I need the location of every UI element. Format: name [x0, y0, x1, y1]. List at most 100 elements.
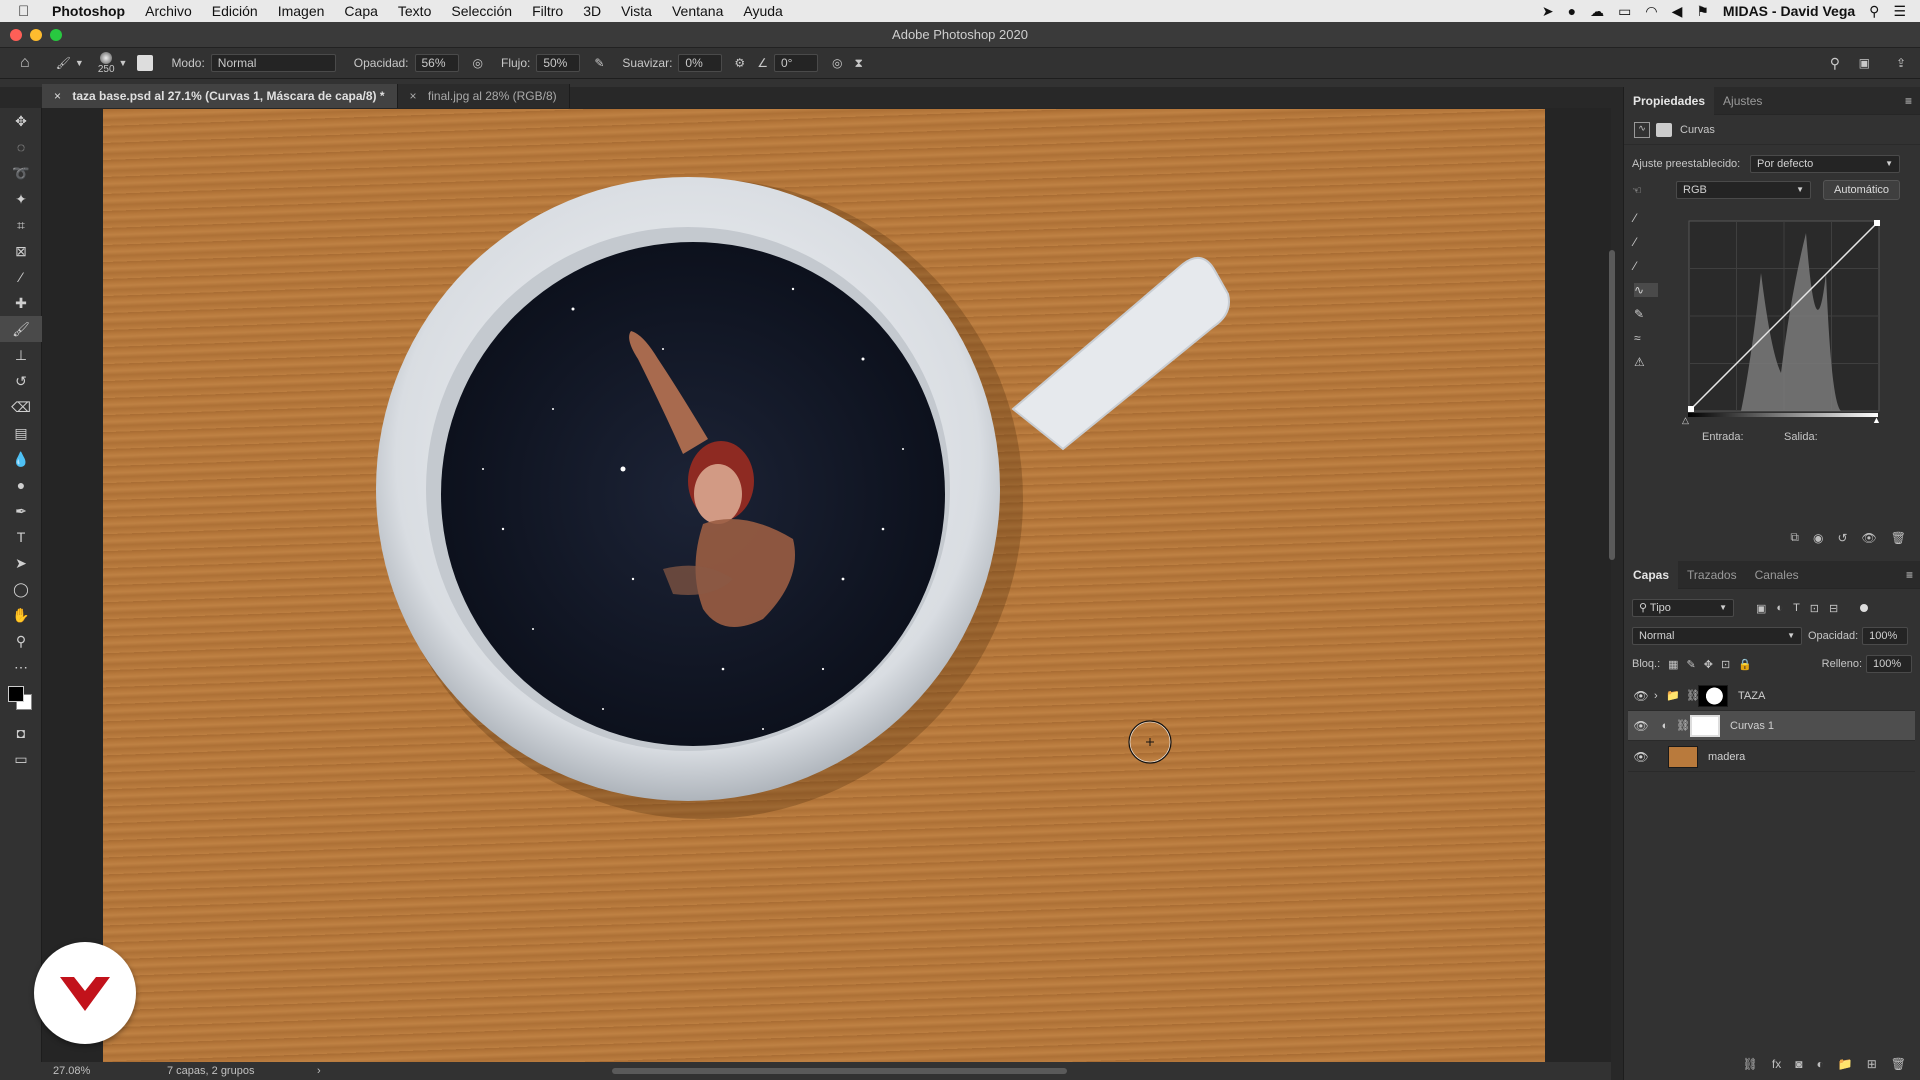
layer-filter-select[interactable]: ⚲ Tipo ▼ [1632, 599, 1734, 617]
menu-app-name[interactable]: Photoshop [52, 3, 125, 19]
target-adjust-icon[interactable]: ☜ [1632, 184, 1674, 197]
white-eyedropper-icon[interactable]: ⁄ [1634, 259, 1658, 273]
lock-position-icon[interactable]: ✥ [1704, 658, 1713, 671]
menu-ayuda[interactable]: Ayuda [743, 3, 782, 19]
filter-type-icon[interactable]: T [1793, 602, 1800, 614]
shape-tool-icon[interactable]: ◯ [0, 576, 42, 602]
new-layer-icon[interactable]: ⊞ [1867, 1057, 1877, 1071]
brush-settings-icon[interactable] [137, 55, 154, 71]
new-group-icon[interactable]: 📁 [1838, 1057, 1853, 1071]
layer-row-taza[interactable]: 👁 › 📁 ⛓ TAZA [1628, 681, 1915, 711]
curve-point-white[interactable] [1874, 220, 1880, 226]
lock-artboard-icon[interactable]: ⊡ [1721, 658, 1730, 671]
black-eyedropper-icon[interactable]: ⁄ [1634, 211, 1658, 225]
channel-select[interactable]: RGB ▼ [1676, 181, 1811, 199]
smooth-curve-icon[interactable]: ≈ [1634, 331, 1658, 345]
lock-pixels-icon[interactable]: ✎ [1687, 658, 1696, 671]
healing-tool-icon[interactable]: ✚ [0, 290, 42, 316]
gray-eyedropper-icon[interactable]: ⁄ [1634, 235, 1658, 249]
dodge-tool-icon[interactable]: ● [0, 472, 42, 498]
add-mask-icon[interactable]: ◙ [1795, 1057, 1802, 1071]
filter-shape-icon[interactable]: ⊡ [1810, 602, 1819, 615]
flag-icon[interactable]: ⚑ [1696, 3, 1709, 20]
workspace-icon[interactable]: ▣ [1859, 56, 1870, 70]
clipping-warning-icon[interactable]: ⚠ [1634, 355, 1658, 369]
cloud-icon[interactable]: ☁ [1590, 3, 1604, 20]
close-icon[interactable]: × [54, 89, 61, 103]
color-swatches-icon[interactable] [0, 680, 42, 720]
link-layers-icon[interactable]: ⛓ [1743, 1057, 1758, 1071]
menubar-user[interactable]: MIDAS - David Vega [1723, 3, 1855, 19]
chevron-right-icon[interactable]: › [317, 1065, 321, 1077]
chevron-down-icon[interactable]: ▼ [75, 58, 84, 68]
angle-input[interactable]: 0° [773, 54, 818, 72]
magic-wand-tool-icon[interactable]: ✦ [0, 186, 42, 212]
move-tool-icon[interactable]: ✥ [0, 108, 42, 134]
layer-mask-thumbnail[interactable] [1698, 684, 1728, 707]
eyedropper-tool-icon[interactable]: ⁄ [0, 264, 42, 290]
link-icon[interactable]: ⛓ [1676, 719, 1690, 732]
panel-menu-icon[interactable]: ≡ [1905, 94, 1912, 108]
filter-smart-icon[interactable]: ⊟ [1829, 602, 1838, 615]
menu-archivo[interactable]: Archivo [145, 3, 192, 19]
panel-menu-icon[interactable]: ≡ [1906, 568, 1913, 582]
search-icon[interactable]: ⚲ [1830, 55, 1840, 72]
home-icon[interactable]: ⌂ [20, 54, 30, 72]
fill-input[interactable]: 100% [1866, 655, 1912, 673]
fx-icon[interactable]: fx [1772, 1057, 1781, 1071]
tab-capas[interactable]: Capas [1624, 560, 1679, 589]
menu-vista[interactable]: Vista [621, 3, 652, 19]
brush-size-picker[interactable]: 250 [98, 51, 115, 75]
menu-texto[interactable]: Texto [398, 3, 431, 19]
display-icon[interactable]: ▭ [1618, 3, 1631, 20]
view-previous-icon[interactable]: ◉ [1813, 531, 1823, 545]
share-icon[interactable]: ⇪ [1896, 56, 1906, 70]
marquee-tool-icon[interactable]: ◌ [0, 134, 42, 160]
layer-thumbnail[interactable] [1668, 745, 1698, 768]
blur-tool-icon[interactable]: 💧 [0, 446, 42, 472]
vertical-scrollbar[interactable] [1609, 250, 1615, 560]
tab-final[interactable]: × final.jpg al 28% (RGB/8) [397, 84, 570, 108]
auto-button[interactable]: Automático [1823, 180, 1901, 200]
symmetry-icon[interactable]: ⧗ [854, 56, 862, 71]
zoom-tool-icon[interactable]: ⚲ [0, 628, 42, 654]
location-icon[interactable]: ➤ [1542, 3, 1554, 20]
menu-imagen[interactable]: Imagen [278, 3, 325, 19]
link-icon[interactable]: ⛓ [1686, 689, 1700, 702]
layer-row-curvas[interactable]: 👁 ◐ ⛓ Curvas 1 [1628, 711, 1915, 741]
lasso-tool-icon[interactable]: ➰ [0, 160, 42, 186]
flow-input[interactable]: 50% [536, 54, 581, 72]
zoom-level[interactable]: 27.08% [53, 1065, 163, 1077]
brush-tool-icon[interactable]: 🖌 [0, 316, 42, 342]
blend-mode-select[interactable]: Normal ▼ [1632, 627, 1802, 645]
menu-edicion[interactable]: Edición [212, 3, 258, 19]
curve-point-tool-icon[interactable]: ∿ [1634, 283, 1658, 297]
wifi-icon[interactable]: ◠ [1645, 3, 1657, 20]
lock-transparency-icon[interactable]: ▦ [1668, 658, 1678, 671]
brush-preset-icon[interactable]: 🖌 [56, 56, 71, 70]
clip-to-layer-icon[interactable]: ⧉ [1790, 530, 1799, 545]
pressure-size-icon[interactable]: ◎ [832, 56, 842, 70]
tab-trazados[interactable]: Trazados [1678, 561, 1746, 589]
type-tool-icon[interactable]: T [0, 524, 42, 550]
more-tools-icon[interactable]: ⋯ [0, 654, 42, 680]
preset-select[interactable]: Por defecto ▼ [1750, 155, 1900, 173]
horizontal-scrollbar[interactable] [612, 1068, 1067, 1074]
screen-mode-icon[interactable]: ▭ [0, 746, 42, 772]
crop-tool-icon[interactable]: ⌗ [0, 212, 42, 238]
new-adjustment-icon[interactable]: ◐ [1817, 1057, 1824, 1071]
quick-mask-icon[interactable]: ◘ [0, 720, 42, 746]
history-brush-tool-icon[interactable]: ↺ [0, 368, 42, 394]
opacity-input[interactable]: 56% [414, 54, 459, 72]
lock-all-icon[interactable]: 🔒 [1738, 658, 1752, 671]
tab-taza-base[interactable]: × taza base.psd al 27.1% (Curvas 1, Másc… [42, 84, 398, 108]
visibility-icon[interactable]: 👁 [1628, 719, 1654, 733]
eraser-tool-icon[interactable]: ⌫ [0, 394, 42, 420]
layer-row-madera[interactable]: 👁 madera [1628, 742, 1915, 772]
chevron-down-icon[interactable]: ▼ [119, 58, 128, 68]
pen-tool-icon[interactable]: ✒ [0, 498, 42, 524]
reset-icon[interactable]: ↺ [1837, 531, 1847, 545]
trash-icon[interactable]: 🗑 [1891, 531, 1906, 545]
search-icon[interactable]: ⚲ [1869, 3, 1879, 20]
list-icon[interactable]: ☰ [1893, 3, 1906, 20]
